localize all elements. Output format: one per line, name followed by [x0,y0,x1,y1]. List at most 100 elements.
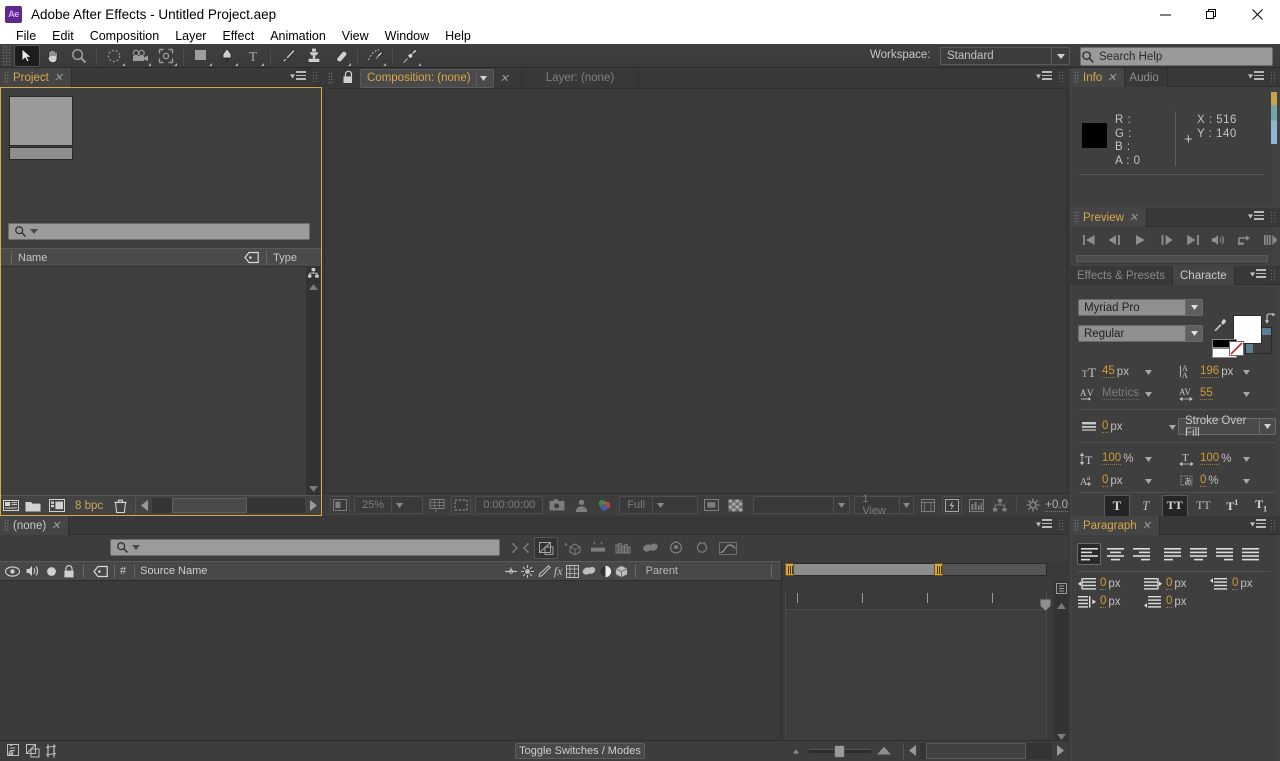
3d-layer-icon[interactable] [614,564,628,578]
color-depth-label[interactable]: 8 bpc [75,500,103,512]
scroll-up-arrow[interactable] [1054,599,1068,613]
fill-color-swatch[interactable] [1233,315,1262,344]
stroke-width-field[interactable]: 0 px [1078,418,1178,435]
eyedropper-icon[interactable] [1212,318,1228,334]
justify-last-left-button[interactable] [1160,543,1184,565]
tsume-value[interactable]: 0 [1200,474,1207,487]
panel-menu-icon[interactable] [1036,519,1052,531]
baseline-shift-field[interactable]: Aa 0 px [1078,472,1154,489]
tab-audio[interactable]: Audio [1125,68,1168,87]
space-after-value[interactable]: 0 [1166,595,1173,608]
timeline-horizontal-scrollbar[interactable] [903,742,1068,759]
swap-colors-icon[interactable] [1265,313,1276,324]
audio-visibility-icon[interactable] [26,565,40,577]
timeline-zoom-slider[interactable] [809,744,871,758]
panel-grip[interactable] [312,71,319,84]
scroll-track[interactable] [920,742,1052,759]
exposure-value[interactable]: +0.0 [1045,499,1068,512]
chevron-down-icon[interactable] [475,70,491,86]
timeline-vertical-scrollbar[interactable] [1054,581,1068,744]
faux-italic-button[interactable]: T [1133,495,1159,517]
menu-view[interactable]: View [334,28,377,44]
adjustment-layer-icon[interactable] [599,565,612,578]
time-ruler[interactable] [785,591,1047,609]
selection-tool[interactable] [14,44,40,67]
new-folder-icon[interactable] [21,500,45,512]
project-horizontal-scrollbar[interactable] [135,497,321,514]
transparency-grid-icon[interactable] [726,496,746,514]
chevron-down-icon[interactable] [652,497,668,513]
brainstorm-icon[interactable] [664,537,688,559]
lock-icon[interactable] [342,70,356,86]
vertical-scale-value[interactable]: 100 [1102,452,1122,465]
indent-left-value[interactable]: 0 [1100,577,1107,590]
live-update-icon[interactable] [508,537,532,559]
chevron-down-icon[interactable] [1169,421,1176,433]
preview-progress-bar[interactable] [1076,255,1268,262]
chevron-down-icon[interactable] [1259,419,1275,434]
panel-menu-icon[interactable] [1248,71,1264,83]
chevron-down-icon[interactable] [1145,388,1152,400]
stroke-width-value[interactable]: 0 [1102,420,1109,433]
brush-tool[interactable] [275,45,301,67]
hide-shy-layers-icon[interactable] [560,537,584,559]
tab-project[interactable]: Project ✕ [0,68,73,87]
magnification-select[interactable]: 25% [354,496,424,514]
toggle-switches-modes-button[interactable]: Toggle Switches / Modes [515,743,645,759]
align-center-button[interactable] [1103,543,1127,565]
scroll-thumb[interactable] [926,742,1026,759]
graph-editor-icon[interactable] [638,537,662,559]
roto-brush-tool[interactable] [362,45,388,67]
timeline-icon[interactable] [966,496,986,514]
zoom-in-timeline-icon[interactable] [875,745,897,756]
tsume-field[interactable]: あ 0 % [1176,472,1252,489]
show-channel-icon[interactable] [595,496,615,514]
hide-shy-layers-icon[interactable] [45,744,57,758]
kerning-value[interactable]: Metrics [1102,387,1140,400]
resolution-select[interactable]: Full [619,496,698,514]
tab-character[interactable]: Characte [1173,266,1235,285]
comp-mini-flowchart-icon[interactable] [1054,581,1068,595]
enable-frame-blending-icon[interactable] [586,537,610,559]
close-icon[interactable]: ✕ [1129,211,1138,224]
panel-menu-icon[interactable] [1248,211,1264,223]
justify-last-center-button[interactable] [1186,543,1210,565]
tracking-field[interactable]: AV 55 [1176,385,1252,402]
panel-grip[interactable] [1270,519,1277,532]
column-source-name[interactable]: Source Name [140,565,207,577]
all-caps-button[interactable]: TT [1161,494,1188,517]
chevron-down-icon[interactable] [1185,326,1202,341]
enable-motion-blur-icon[interactable] [612,537,636,559]
font-size-value[interactable]: 45 [1102,365,1115,378]
tab-preview[interactable]: Preview ✕ [1070,208,1148,227]
maximize-icon[interactable] [1188,0,1234,28]
superscript-button[interactable]: T1 [1219,495,1245,517]
panel-grip[interactable] [1270,269,1277,282]
clone-stamp-tool[interactable] [301,45,327,67]
close-icon[interactable] [1234,0,1280,28]
new-composition-icon[interactable] [1,499,21,512]
chevron-down-icon[interactable] [1243,366,1250,378]
panel-menu-icon[interactable] [290,71,306,83]
leading-value[interactable]: 196 [1200,365,1220,378]
next-frame-icon[interactable] [1158,231,1175,248]
always-preview-icon[interactable] [330,496,350,514]
timeline-search-input[interactable] [110,539,500,556]
menu-window[interactable]: Window [377,28,437,44]
anchor-icon[interactable] [504,566,518,577]
faux-bold-button[interactable]: T [1104,494,1130,517]
pen-tool[interactable] [214,45,240,67]
menu-animation[interactable]: Animation [262,28,334,44]
label-icon[interactable] [244,251,260,264]
fx-label[interactable]: fx [554,564,563,579]
indent-first-line-field[interactable]: 0 px [1078,595,1144,608]
chevron-down-icon[interactable] [1185,300,1202,315]
column-parent[interactable]: Parent [646,565,678,577]
composition-viewer[interactable] [324,89,1068,493]
auto-keyframe-icon[interactable] [690,537,714,559]
tab-timeline-none[interactable]: (none) ✕ [0,516,70,535]
last-frame-icon[interactable] [1184,231,1201,248]
scroll-track[interactable] [152,498,305,513]
panel-menu-icon[interactable] [1250,519,1266,531]
column-number[interactable]: # [120,565,126,577]
